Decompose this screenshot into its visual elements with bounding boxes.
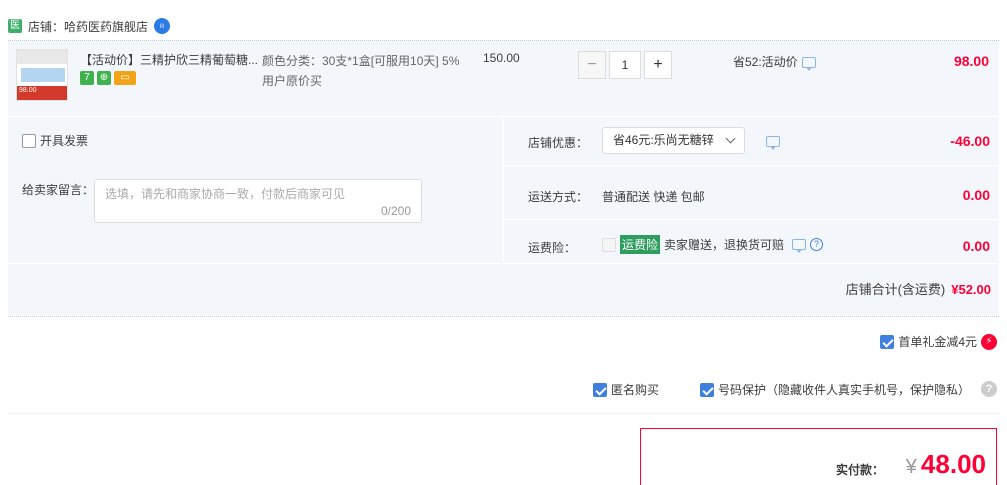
chat-icon[interactable] (766, 136, 780, 150)
pharmacy-shop-icon: 医 (8, 19, 22, 33)
right-options: 店铺优惠： 省46元:乐尚无糖锌 -46.00 运送方式： 普通配送 快递 包邮… (503, 117, 999, 263)
privacy-checkbox[interactable] (700, 382, 714, 397)
quantity-increase-button[interactable]: + (644, 51, 672, 79)
anonymous-checkbox[interactable] (593, 382, 607, 397)
discount-selected: 省46元:乐尚无糖锌 (613, 133, 714, 147)
help-icon[interactable]: ? (810, 238, 824, 251)
insurance-option: 运费险 卖家赠送，退换货可赔 ? (602, 235, 824, 254)
quantity-input[interactable]: 1 (609, 51, 641, 79)
quantity-stepper: − 1 + (578, 51, 672, 79)
discount-label: 店铺优惠： (528, 136, 589, 150)
insurance-badge: 运费险 (620, 235, 661, 254)
payment-label: 实付款： (835, 463, 884, 477)
coupon-checkbox[interactable] (880, 334, 895, 349)
memo-placeholder: 选填，请先和商家协商一致，付款后商家可见 (105, 187, 346, 201)
seven-day-return-icon: 7 (80, 71, 94, 85)
product-thumbnail[interactable]: 98.00 (16, 49, 68, 101)
divider (504, 165, 999, 166)
chevron-down-icon (725, 133, 736, 144)
credit-card-icon: ▭ (114, 71, 136, 85)
service-icons: 7 ⊕ ▭ (80, 71, 136, 85)
shipping-value: 0.00 (962, 187, 990, 203)
anonymous-option[interactable]: 匿名购买 (593, 381, 659, 398)
shipping-method: 普通配送 快递 包邮 (602, 190, 705, 204)
discount-value: -46.00 (950, 133, 990, 149)
shipping-label: 运送方式： (528, 190, 589, 204)
left-options: 开具发票 给卖家留言： 选填，请先和商家协商一致，付款后商家可见 0/200 (8, 117, 503, 263)
promo-text: 省52:活动价 (733, 55, 798, 69)
payment-amount-value: 48.00 (920, 449, 986, 479)
product-sku: 颜色分类：30支*1盒[可服用10天] 5%用户原价买 (262, 54, 460, 88)
invoice-checkbox[interactable] (22, 133, 36, 148)
question-icon[interactable]: ? (981, 381, 997, 397)
shop-chat-badge-icon[interactable]: ıı (154, 18, 171, 34)
payment-summary: 实付款： ¥48.00 (640, 428, 997, 485)
insurance-checkbox (602, 237, 616, 252)
coupon-label: 首单礼金减4元 (898, 335, 977, 349)
invoice-label: 开具发票 (40, 134, 89, 148)
memo-label: 给卖家留言： (22, 183, 95, 197)
bolt-icon: ⚡ (981, 333, 997, 350)
unit-price: 150.00 (483, 51, 520, 65)
coupon-option[interactable]: 首单礼金减4元 ⚡ (880, 333, 997, 350)
insurance-value: 0.00 (962, 238, 990, 254)
divider (504, 219, 999, 220)
order-item-row: 98.00 【活动价】三精护欣三精葡萄糖... 7 ⊕ ▭ 颜色分类：30支*1… (8, 41, 999, 116)
shop-name-link[interactable]: 店铺：哈药医药旗舰店 (28, 18, 148, 35)
payment-currency: ¥ (905, 456, 917, 478)
insurance-text: 卖家赠送，退换货可赔 (664, 238, 785, 252)
memo-textarea[interactable]: 选填，请先和商家协商一致，付款后商家可见 0/200 (94, 179, 422, 223)
item-promo: 省52:活动价 (733, 53, 816, 72)
memo-char-count: 0/200 (380, 204, 411, 218)
insurance-label: 运费险： (528, 241, 577, 255)
chat-icon[interactable] (801, 57, 816, 72)
product-title-link[interactable]: 【活动价】三精护欣三精葡萄糖... (80, 51, 260, 68)
privacy-label: 号码保护（隐藏收件人真实手机号，保护隐私） (718, 383, 971, 397)
order-options: 开具发票 给卖家留言： 选填，请先和商家协商一致，付款后商家可见 0/200 店… (8, 117, 999, 315)
shop-header: 医 店铺：哈药医药旗舰店 ıı (8, 16, 171, 36)
shop-total: 店铺合计(含运费) ¥52.00 (846, 279, 991, 298)
privacy-option[interactable]: 号码保护（隐藏收件人真实手机号，保护隐私） (700, 381, 970, 398)
discount-select[interactable]: 省46元:乐尚无糖锌 (602, 127, 745, 154)
item-subtotal: 98.00 (953, 53, 989, 69)
payment-amount: ¥48.00 (906, 449, 986, 480)
shipping-row: 运送方式： 普通配送 快递 包邮 0.00 (504, 171, 1000, 219)
invoice-option[interactable]: 开具发票 (22, 132, 88, 149)
discount-row: 店铺优惠： 省46元:乐尚无糖锌 -46.00 (504, 117, 1000, 165)
divider (8, 316, 999, 317)
shop-total-label: 店铺合计(含运费) (845, 282, 946, 297)
shop-total-value: ¥52.00 (951, 282, 991, 297)
quantity-decrease-button[interactable]: − (578, 51, 606, 79)
chat-icon[interactable] (792, 239, 807, 253)
anonymous-label: 匿名购买 (611, 383, 660, 397)
divider (8, 413, 999, 414)
divider (8, 263, 999, 264)
guarantee-icon: ⊕ (97, 71, 111, 85)
